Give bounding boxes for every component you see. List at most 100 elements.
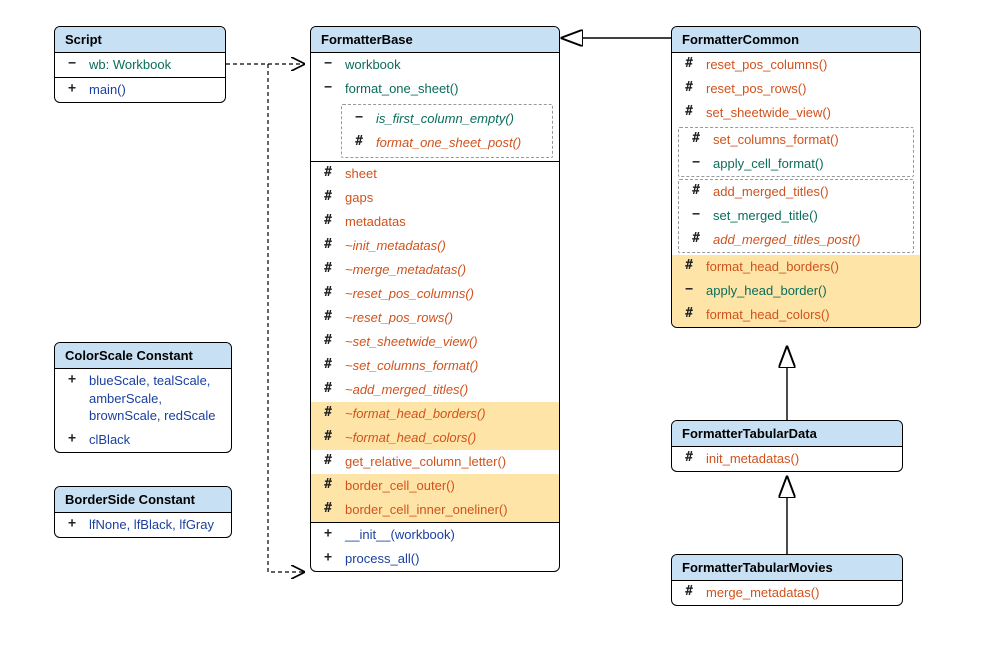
visibility-public-icon [321,526,335,541]
op-label: format_one_sheet_post() [376,134,542,152]
visibility-protected-icon [689,131,703,146]
class-attributes: wb: Workbook [55,53,225,78]
op-label: gaps [345,189,549,207]
visibility-protected-icon [321,357,335,372]
visibility-protected-icon [321,285,335,300]
op-row: ~set_sheetwide_view() [311,330,559,354]
attr-label: clBlack [89,431,221,449]
attr-row: clBlack [55,428,231,452]
class-body: init_metadatas() [672,447,902,471]
nested-group: add_merged_titles() set_merged_title()add… [678,179,914,253]
op-label: set_merged_title() [713,207,903,225]
op-label: ~format_head_colors() [345,429,549,447]
op-row: add_merged_titles_post() [679,228,913,252]
visibility-protected-icon [321,501,335,516]
op-label: ~set_sheetwide_view() [345,333,549,351]
op-row: border_cell_inner_oneliner() [311,498,559,522]
class-title: FormatterTabularMovies [672,555,902,581]
visibility-private-icon [682,282,696,297]
attr-label: blueScale, tealScale, amberScale, brownS… [89,372,221,425]
visibility-protected-icon [321,381,335,396]
visibility-protected-icon [321,453,335,468]
visibility-protected-icon [682,80,696,95]
visibility-public-icon [65,81,79,96]
class-title: FormatterCommon [672,27,920,53]
op-label: ~add_merged_titles() [345,381,549,399]
op-label: format_head_colors() [706,306,910,324]
op-label: get_relative_column_letter() [345,453,549,471]
class-title: BorderSide Constant [55,487,231,513]
nested-group: set_columns_format() apply_cell_format() [678,127,914,177]
op-label: is_first_column_empty() [376,110,542,128]
uml-diagram: Script wb: Workbook main() ColorScale Co… [0,0,1000,650]
attr-row: workbook [311,53,559,77]
visibility-public-icon [321,550,335,565]
op-label: merge_metadatas() [706,584,892,602]
op-label: reset_pos_rows() [706,80,910,98]
visibility-private-icon [689,155,703,170]
op-row: format_head_colors() [672,303,920,327]
class-title: ColorScale Constant [55,343,231,369]
op-label: set_columns_format() [713,131,903,149]
visibility-public-icon [65,372,79,387]
class-borderside: BorderSide Constant lfNone, lfBlack, lfG… [54,486,232,538]
class-body: reset_pos_columns() reset_pos_rows() set_s… [672,53,920,327]
visibility-protected-icon [682,306,696,321]
op-label: ~set_columns_format() [345,357,549,375]
op-row: set_merged_title() [679,204,913,228]
op-row: format_one_sheet() [311,77,559,101]
op-row: gaps [311,186,559,210]
op-label: reset_pos_columns() [706,56,910,74]
visibility-protected-icon [321,309,335,324]
op-row: ~format_head_borders() [311,402,559,426]
visibility-protected-icon [321,237,335,252]
visibility-protected-icon [321,213,335,228]
visibility-protected-icon [321,333,335,348]
visibility-protected-icon [689,231,703,246]
op-row: apply_head_border() [672,279,920,303]
attr-row: wb: Workbook [55,53,225,77]
class-formatter-tabular-data: FormatterTabularData init_metadatas() [671,420,903,472]
op-row: reset_pos_rows() [672,77,920,101]
visibility-protected-icon [321,189,335,204]
visibility-protected-icon [352,134,366,149]
visibility-protected-icon [321,165,335,180]
class-attributes: lfNone, lfBlack, lfGray [55,513,231,537]
visibility-public-icon [65,516,79,531]
visibility-protected-icon [682,104,696,119]
op-label: process_all() [345,550,549,568]
op-row: reset_pos_columns() [672,53,920,77]
visibility-private-icon [352,110,366,125]
op-label: sheet [345,165,549,183]
op-label: apply_cell_format() [713,155,903,173]
visibility-protected-icon [682,258,696,273]
visibility-public-icon [65,431,79,446]
op-label: ~merge_metadatas() [345,261,549,279]
class-public-section: __init__(workbook) process_all() [311,523,559,571]
op-label: set_sheetwide_view() [706,104,910,122]
nested-group: is_first_column_empty() format_one_sheet… [341,104,553,158]
op-row: add_merged_titles() [679,180,913,204]
op-row: process_all() [311,547,559,571]
visibility-protected-icon [321,477,335,492]
class-formatter-common: FormatterCommon reset_pos_columns()reset… [671,26,921,328]
op-row: apply_cell_format() [679,152,913,176]
class-title: Script [55,27,225,53]
op-row: ~set_columns_format() [311,354,559,378]
op-label: border_cell_outer() [345,477,549,495]
visibility-private-icon [321,56,335,71]
op-label: format_head_borders() [706,258,910,276]
op-row: metadatas [311,210,559,234]
op-label: border_cell_inner_oneliner() [345,501,549,519]
op-row: __init__(workbook) [311,523,559,547]
class-private-section: workbook format_one_sheet() is_first_col… [311,53,559,162]
attr-label: wb: Workbook [89,56,215,74]
op-label: __init__(workbook) [345,526,549,544]
op-label: ~format_head_borders() [345,405,549,423]
class-attributes: blueScale, tealScale, amberScale, brownS… [55,369,231,452]
op-row: format_head_borders() [672,255,920,279]
class-body: merge_metadatas() [672,581,902,605]
visibility-protected-icon [321,429,335,444]
op-row: ~init_metadatas() [311,234,559,258]
attr-row: blueScale, tealScale, amberScale, brownS… [55,369,231,428]
